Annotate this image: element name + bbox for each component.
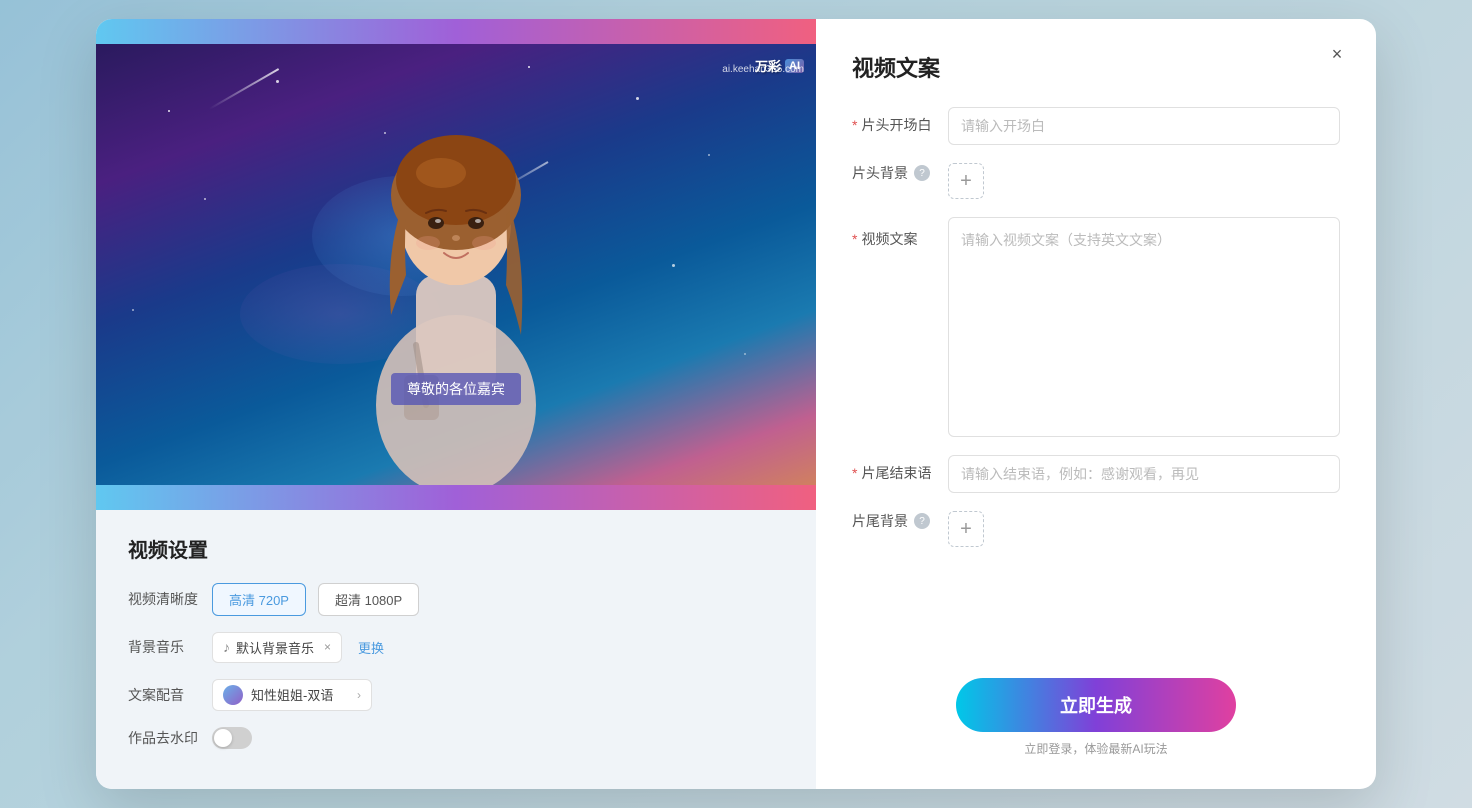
video-copy-label: * 视频文案	[852, 217, 932, 249]
modal-overlay: 万彩 AI ai.keehan365.com 尊敬的各位嘉宾 视频设置 视频清晰…	[0, 0, 1472, 808]
settings-title: 视频设置	[128, 534, 784, 563]
footer-bg-help-icon[interactable]: ?	[914, 513, 930, 529]
generate-btn[interactable]: 立即生成	[956, 678, 1236, 732]
music-label: 背景音乐	[128, 637, 200, 657]
remove-music-btn[interactable]: ×	[324, 640, 331, 654]
panel-title: 视频文案	[852, 51, 1340, 83]
quality-1080p-btn[interactable]: 超清 1080P	[318, 583, 419, 616]
music-row: 背景音乐 ♪ 默认背景音乐 × 更换	[128, 632, 784, 663]
voice-avatar	[223, 685, 243, 705]
add-header-bg-btn[interactable]: +	[948, 163, 984, 199]
watermark-row: 作品去水印	[128, 727, 784, 749]
voice-name: 知性姐姐-双语	[251, 685, 333, 704]
intro-input[interactable]	[948, 107, 1340, 145]
footer-bg-label: 片尾背景 ?	[852, 511, 932, 531]
watermark-toggle[interactable]	[212, 727, 252, 749]
watermark-domain: ai.keehan365.com	[722, 64, 804, 75]
header-bg-help-icon[interactable]: ?	[914, 165, 930, 181]
intro-label: * 片头开场白	[852, 107, 932, 135]
watermark-toggle-label: 作品去水印	[128, 728, 200, 748]
voice-row: 文案配音 知性姐姐-双语 ›	[128, 679, 784, 711]
footer-bg-row: 片尾背景 ? +	[852, 511, 1340, 547]
right-panel: × 视频文案 * 片头开场白 片头背景 ?	[816, 19, 1376, 789]
left-panel: 万彩 AI ai.keehan365.com 尊敬的各位嘉宾 视频设置 视频清晰…	[96, 19, 816, 789]
main-modal: 万彩 AI ai.keehan365.com 尊敬的各位嘉宾 视频设置 视频清晰…	[96, 19, 1376, 789]
add-footer-bg-btn[interactable]: +	[948, 511, 984, 547]
top-gradient-bar	[96, 19, 816, 44]
video-copy-row: * 视频文案	[852, 217, 1340, 437]
intro-row: * 片头开场白	[852, 107, 1340, 145]
bottom-gradient-bar	[96, 485, 816, 510]
replace-music-btn[interactable]: 更换	[354, 638, 388, 657]
quality-720p-btn[interactable]: 高清 720P	[212, 583, 306, 616]
outro-label: * 片尾结束语	[852, 455, 932, 483]
music-tag: ♪ 默认背景音乐 ×	[212, 632, 342, 663]
generate-section: 立即生成 立即登录，体验最新AI玩法	[852, 678, 1340, 757]
video-preview: 万彩 AI ai.keehan365.com 尊敬的各位嘉宾	[96, 44, 816, 484]
chevron-right-icon: ›	[357, 688, 361, 702]
video-copy-required-mark: *	[852, 231, 857, 247]
toggle-knob	[214, 729, 232, 747]
intro-required-mark: *	[852, 117, 857, 133]
music-icon: ♪	[223, 639, 230, 655]
voice-label: 文案配音	[128, 685, 200, 705]
video-subtitle: 尊敬的各位嘉宾	[391, 373, 521, 405]
video-copy-textarea[interactable]	[948, 217, 1340, 437]
music-name: 默认背景音乐	[236, 638, 314, 657]
character-svg	[326, 95, 586, 485]
quality-label: 视频清晰度	[128, 589, 200, 609]
close-modal-btn[interactable]: ×	[1322, 39, 1352, 69]
outro-input[interactable]	[948, 455, 1340, 493]
voice-selector[interactable]: 知性姐姐-双语 ›	[212, 679, 372, 711]
outro-required-mark: *	[852, 465, 857, 481]
right-panel-inner: * 片头开场白 片头背景 ? + *	[852, 107, 1340, 757]
settings-panel: 视频设置 视频清晰度 高清 720P 超清 1080P 背景音乐 ♪ 默认背景音…	[96, 510, 816, 789]
video-thumbnail: 万彩 AI ai.keehan365.com 尊敬的各位嘉宾	[96, 44, 816, 484]
header-bg-label: 片头背景 ?	[852, 163, 932, 183]
outro-row: * 片尾结束语	[852, 455, 1340, 493]
header-bg-row: 片头背景 ? +	[852, 163, 1340, 199]
generate-hint: 立即登录，体验最新AI玩法	[1024, 740, 1167, 757]
quality-row: 视频清晰度 高清 720P 超清 1080P	[128, 583, 784, 616]
